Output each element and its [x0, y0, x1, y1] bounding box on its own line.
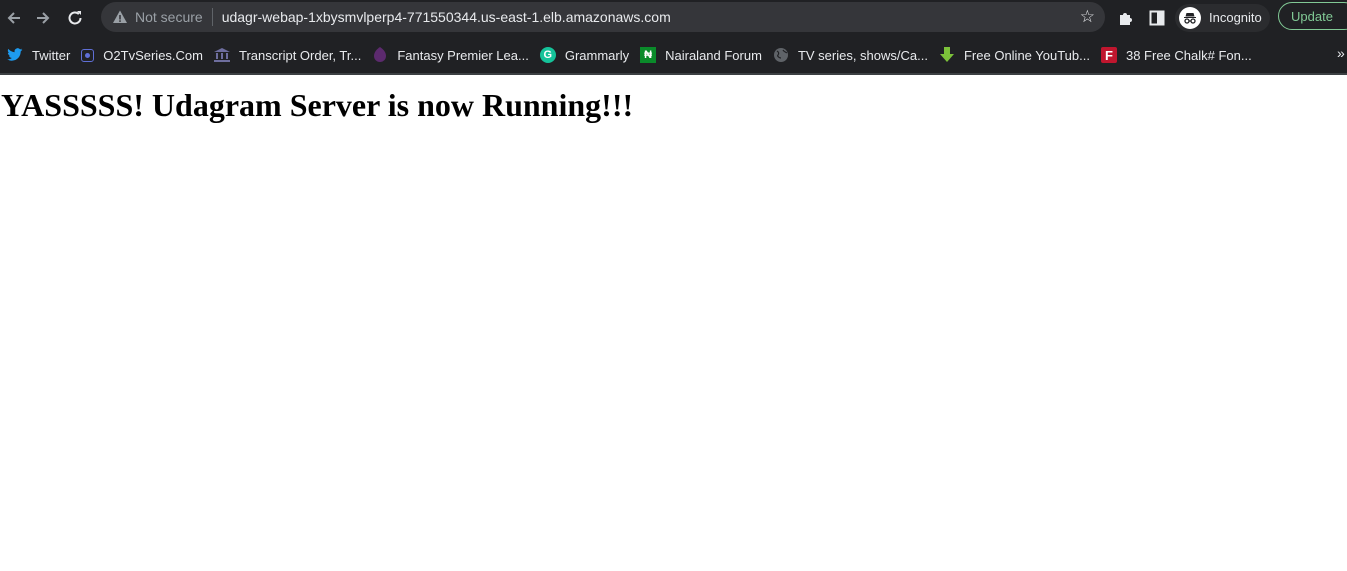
update-button[interactable]: Update — [1278, 2, 1347, 30]
browser-toolbar: Not secure udagr-webap-1xbysmvlperp4-771… — [0, 0, 1347, 35]
bookmarks-bar: Twitter O2TvSeries.Com Transcript Order,… — [0, 35, 1347, 75]
bookmark-grammarly[interactable]: G Grammarly — [537, 41, 637, 69]
bookmark-label: Nairaland Forum — [665, 47, 762, 63]
toolbar-right-actions: Incognito — [1116, 0, 1270, 35]
bookmark-label: 38 Free Chalk# Fon... — [1125, 47, 1252, 63]
url-text[interactable]: udagr-webap-1xbysmvlperp4-771550344.us-e… — [222, 9, 671, 25]
incognito-label: Incognito — [1209, 10, 1262, 25]
grammarly-icon: G — [539, 47, 556, 63]
bookmark-free-chalk-fonts[interactable]: F 38 Free Chalk# Fon... — [1098, 41, 1260, 69]
address-bar[interactable]: Not secure udagr-webap-1xbysmvlperp4-771… — [101, 2, 1105, 32]
browser-chrome: Not secure udagr-webap-1xbysmvlperp4-771… — [0, 0, 1347, 75]
incognito-profile-button[interactable]: Incognito — [1175, 3, 1270, 32]
bookmark-star-icon[interactable]: ☆ — [1080, 8, 1095, 26]
bookmark-label: Grammarly — [564, 47, 630, 63]
bookmark-twitter[interactable]: Twitter — [4, 41, 78, 69]
incognito-icon — [1179, 6, 1201, 29]
security-status-label[interactable]: Not secure — [135, 9, 203, 25]
back-button[interactable] — [1, 5, 27, 31]
bank-icon — [214, 47, 230, 63]
bookmark-label: Twitter — [32, 47, 71, 63]
omnibox-divider — [211, 8, 213, 26]
reload-button[interactable] — [62, 5, 88, 31]
reload-icon — [68, 10, 82, 24]
bookmark-transcript-order[interactable]: Transcript Order, Tr... — [211, 41, 369, 69]
page-content: YASSSSS! Udagram Server is now Running!!… — [0, 75, 1347, 123]
bookmark-label: Free Online YouTub... — [963, 47, 1090, 63]
font-f-icon: F — [1100, 47, 1117, 63]
bookmark-fantasy-premier-league[interactable]: Fantasy Premier Lea... — [369, 41, 537, 69]
update-button-label: Update — [1291, 8, 1333, 24]
twitter-icon — [7, 47, 23, 63]
o2tv-icon — [81, 48, 95, 62]
forward-arrow-icon — [37, 11, 50, 24]
forward-button[interactable] — [30, 5, 56, 31]
premier-league-icon — [372, 47, 388, 63]
globe-icon — [773, 47, 789, 63]
nairaland-icon: ₦ — [640, 47, 657, 63]
bookmark-label: TV series, shows/Ca... — [797, 47, 928, 63]
extensions-puzzle-icon[interactable] — [1116, 8, 1136, 28]
bookmarks-overflow-chevron-icon[interactable]: » — [1337, 45, 1345, 61]
bookmark-o2tvseries[interactable]: O2TvSeries.Com — [78, 41, 211, 69]
page-heading: YASSSSS! Udagram Server is now Running!!… — [1, 87, 634, 123]
bookmark-free-online-youtube[interactable]: Free Online YouTub... — [936, 41, 1098, 69]
bookmark-nairaland[interactable]: ₦ Nairaland Forum — [637, 41, 770, 69]
chrome-bottom-border — [0, 73, 1347, 75]
back-arrow-icon — [7, 11, 20, 24]
bookmark-label: Fantasy Premier Lea... — [397, 47, 529, 63]
warning-triangle-icon[interactable] — [112, 9, 128, 25]
bookmark-label: O2TvSeries.Com — [103, 47, 203, 63]
side-panel-icon[interactable] — [1147, 8, 1167, 28]
bookmark-label: Transcript Order, Tr... — [239, 47, 362, 63]
download-arrow-icon — [939, 47, 955, 63]
bookmark-tv-series[interactable]: TV series, shows/Ca... — [770, 41, 936, 69]
